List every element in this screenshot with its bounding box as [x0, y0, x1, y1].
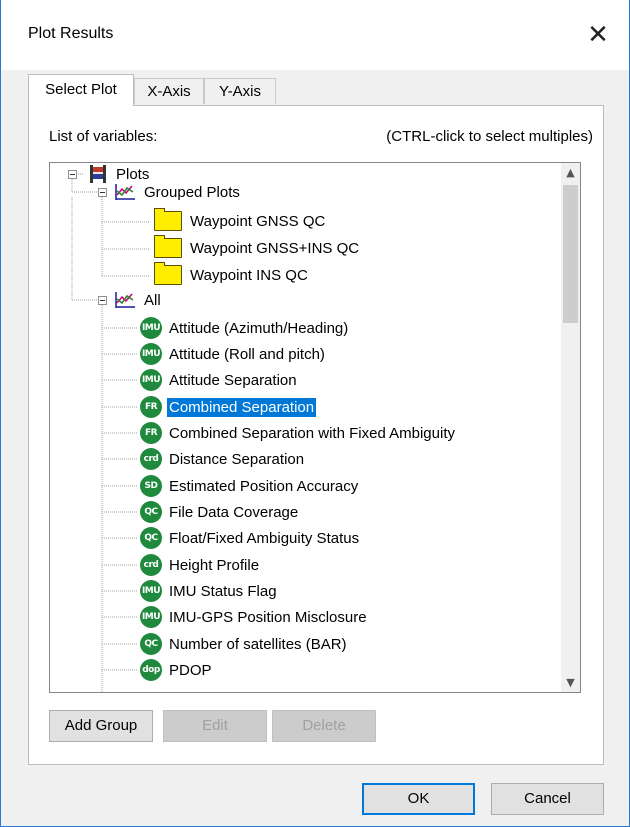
tree-item-attitude-separation[interactable]: IMU Attitude Separation	[140, 367, 299, 393]
tree-item-label: File Data Coverage	[169, 503, 299, 521]
scroll-up-icon[interactable]: ▲	[561, 163, 580, 182]
tree-item-distance-separation[interactable]: crd Distance Separation	[140, 446, 306, 472]
qc-badge-icon: QC	[140, 633, 162, 655]
folder-icon	[154, 235, 182, 258]
tree-node-label: All	[144, 291, 161, 309]
title-bar: Plot Results ✕	[1, 0, 629, 70]
tree-item-label: Attitude (Azimuth/Heading)	[169, 319, 349, 337]
tree-item-label: Distance Separation	[169, 450, 305, 468]
tree-item-pdop[interactable]: dop PDOP	[140, 657, 214, 683]
tree-item-label: IMU Status Flag	[169, 582, 277, 600]
plot-results-dialog: Plot Results ✕ Select Plot X-Axis Y-Axis…	[0, 0, 630, 827]
tree-node-waypoint-gnss-ins-qc[interactable]: Waypoint GNSS+INS QC	[154, 235, 361, 261]
folder-icon	[154, 208, 182, 231]
delete-button[interactable]: Delete	[272, 710, 376, 742]
qc-badge-icon: QC	[140, 527, 162, 549]
tree-vertical-scrollbar[interactable]: ▲ ▼	[561, 163, 580, 692]
tree-item-attitude-roll-pitch[interactable]: IMU Attitude (Roll and pitch)	[140, 341, 327, 367]
ok-button[interactable]: OK	[362, 783, 475, 815]
dop-badge-icon: dop	[140, 659, 162, 681]
scroll-down-icon[interactable]: ▼	[561, 673, 580, 692]
tree-item-label: Attitude Separation	[169, 371, 297, 389]
tree-item-label: Combined Separation with Fixed Ambiguity	[169, 424, 455, 442]
tree-item-imu-status-flag[interactable]: IMU IMU Status Flag	[140, 578, 279, 604]
list-of-variables-label: List of variables:	[49, 128, 158, 145]
tree-item-combined-separation-fixed[interactable]: FR Combined Separation with Fixed Ambigu…	[140, 420, 457, 446]
tree-item-label: Attitude (Roll and pitch)	[169, 345, 325, 363]
scrollbar-thumb[interactable]	[563, 185, 578, 323]
collapse-plots-toggle[interactable]	[68, 170, 77, 179]
variables-tree[interactable]: Plots Grouped Plots Waypoint GNSS QC Way…	[49, 162, 581, 693]
tree-node-waypoint-gnss-qc[interactable]: Waypoint GNSS QC	[154, 208, 327, 234]
collapse-all-toggle[interactable]	[98, 296, 107, 305]
fr-badge-icon: FR	[140, 422, 162, 444]
tree-item-imu-gps-misclosure[interactable]: IMU IMU-GPS Position Misclosure	[140, 604, 369, 630]
collapse-grouped-toggle[interactable]	[98, 188, 107, 197]
tree-node-label: Waypoint GNSS+INS QC	[190, 239, 360, 257]
tree-node-grouped-plots[interactable]: Grouped Plots	[114, 179, 242, 205]
close-icon[interactable]: ✕	[581, 18, 615, 52]
window-title: Plot Results	[28, 25, 114, 42]
tree-node-label: Waypoint GNSS QC	[190, 212, 326, 230]
tab-select-plot[interactable]: Select Plot	[28, 74, 134, 106]
tree-node-label: Grouped Plots	[144, 183, 240, 201]
tree-item-label: PDOP	[169, 661, 212, 679]
tree-item-combined-separation[interactable]: FR Combined Separation	[140, 394, 317, 420]
tree-item-label: Combined Separation	[167, 397, 317, 417]
tree-item-label: Height Profile	[169, 556, 260, 574]
imu-badge-icon: IMU	[140, 343, 162, 365]
add-group-button[interactable]: Add Group	[49, 710, 153, 742]
sd-badge-icon: SD	[140, 475, 162, 497]
tree-item-file-data-coverage[interactable]: QC File Data Coverage	[140, 499, 300, 525]
tree-item-estimated-position-accuracy[interactable]: SD Estimated Position Accuracy	[140, 473, 360, 499]
crd-badge-icon: crd	[140, 554, 162, 576]
fr-badge-icon: FR	[140, 396, 162, 418]
crd-badge-icon: crd	[140, 448, 162, 470]
tree-item-height-profile[interactable]: crd Height Profile	[140, 552, 261, 578]
graph-icon	[114, 291, 136, 309]
plots-icon	[88, 164, 108, 184]
imu-badge-icon: IMU	[140, 369, 162, 391]
folder-icon	[154, 262, 182, 285]
tree-node-label: Waypoint INS QC	[190, 266, 308, 284]
tree-item-float-fixed-ambiguity[interactable]: QC Float/Fixed Ambiguity Status	[140, 525, 361, 551]
edit-button[interactable]: Edit	[163, 710, 267, 742]
qc-badge-icon: QC	[140, 501, 162, 523]
imu-badge-icon: IMU	[140, 580, 162, 602]
tree-item-label: Estimated Position Accuracy	[169, 477, 359, 495]
imu-badge-icon: IMU	[140, 317, 162, 339]
tree-item-label: Float/Fixed Ambiguity Status	[169, 529, 360, 547]
tree-node-waypoint-ins-qc[interactable]: Waypoint INS QC	[154, 262, 310, 288]
tree-item-number-of-satellites[interactable]: QC Number of satellites (BAR)	[140, 631, 349, 657]
tab-y-axis[interactable]: Y-Axis	[204, 78, 276, 104]
multi-select-hint: (CTRL-click to select multiples)	[386, 128, 593, 145]
imu-badge-icon: IMU	[140, 606, 162, 628]
tree-item-attitude-azimuth[interactable]: IMU Attitude (Azimuth/Heading)	[140, 315, 350, 341]
cancel-button[interactable]: Cancel	[491, 783, 604, 815]
tree-item-label: IMU-GPS Position Misclosure	[169, 608, 367, 626]
select-plot-panel: List of variables: (CTRL-click to select…	[28, 105, 604, 765]
graph-icon	[114, 183, 136, 201]
tree-node-all[interactable]: All	[114, 287, 163, 313]
tree-item-label: Number of satellites (BAR)	[169, 635, 347, 653]
tab-x-axis[interactable]: X-Axis	[134, 78, 204, 104]
